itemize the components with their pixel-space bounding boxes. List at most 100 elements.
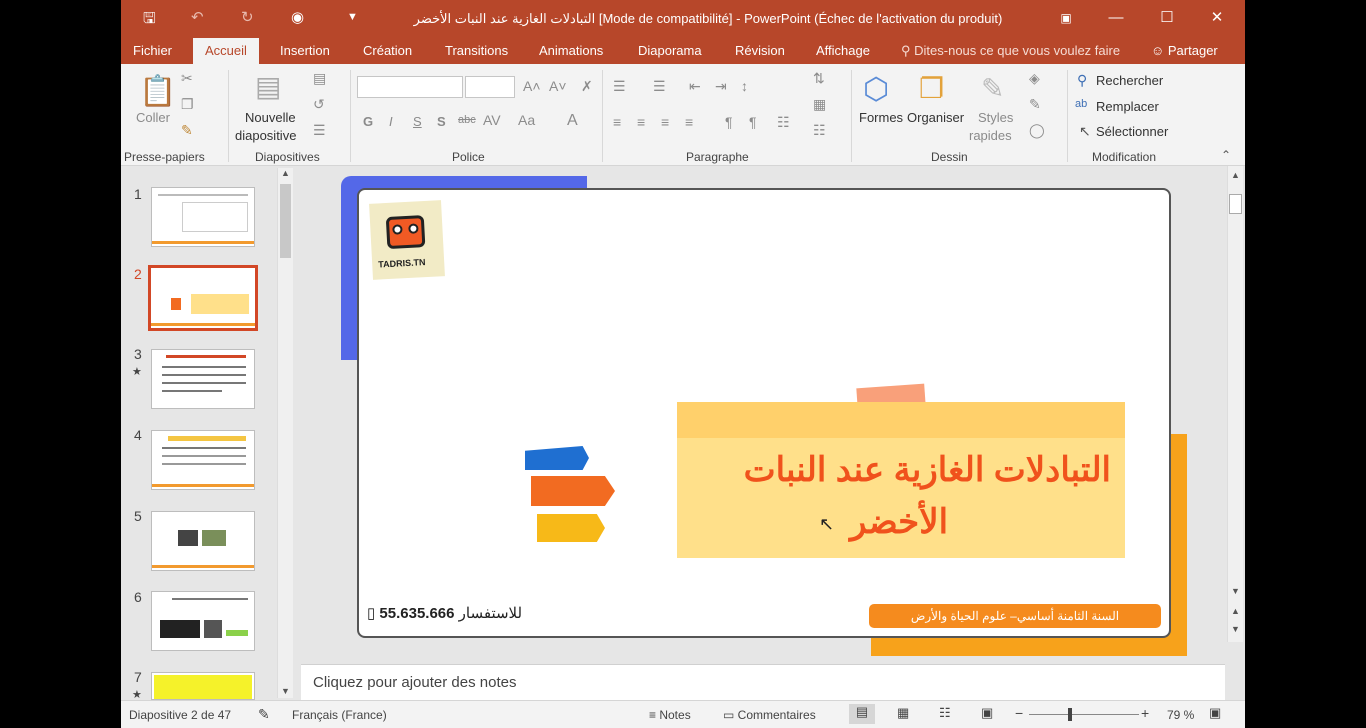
char-spacing-icon[interactable]: AV (483, 112, 501, 128)
redo-icon[interactable]: ↻ (241, 8, 254, 26)
format-painter-icon[interactable]: ✎ (181, 122, 193, 139)
present-from-start-icon[interactable]: ◉ (291, 8, 304, 26)
font-size-select[interactable] (465, 76, 515, 98)
tell-me-box[interactable]: ⚲ Dites-nous ce que vous voulez faire (901, 38, 1120, 64)
language-indicator[interactable]: Français (France) (292, 708, 387, 722)
cut-icon[interactable]: ✂ (181, 70, 193, 87)
numbering-icon[interactable]: ☰ (653, 78, 666, 95)
align-right-icon[interactable]: ≡ (661, 114, 669, 130)
arrange-icon[interactable]: ❐ (919, 72, 944, 105)
align-text-icon[interactable]: ▦ (813, 96, 826, 113)
scroll-down-icon[interactable]: ▼ (1231, 586, 1240, 596)
slide-sorter-icon[interactable]: ▦ (897, 705, 909, 721)
slide-thumbnail-6[interactable] (151, 591, 255, 651)
scroll-down-icon[interactable]: ▼ (281, 686, 290, 696)
slide-thumbnail-2[interactable] (148, 265, 258, 331)
text-direction-icon[interactable]: ⇅ (813, 70, 825, 87)
maximize-button[interactable]: ☐ (1147, 6, 1187, 30)
new-slide-label-1[interactable]: Nouvelle (245, 110, 296, 125)
tab-affichage[interactable]: Affichage (804, 38, 882, 64)
slide-title-line2[interactable]: الأخضر (687, 502, 1111, 542)
minimize-button[interactable]: — (1096, 6, 1136, 30)
tab-fichier[interactable]: Fichier (121, 38, 184, 64)
justify-icon[interactable]: ≡ (685, 114, 693, 130)
decrease-indent-icon[interactable]: ⇤ (689, 78, 701, 95)
slide-thumbnail-5[interactable] (151, 511, 255, 571)
next-slide-icon[interactable]: ▼ (1231, 624, 1240, 634)
quick-styles-icon[interactable]: ✎ (981, 72, 1004, 105)
change-case-icon[interactable]: Aa (518, 112, 535, 128)
ribbon-display-icon[interactable]: ▣ (1046, 6, 1086, 30)
slideshow-icon[interactable]: ▣ (981, 705, 993, 721)
slide-thumbnail-4[interactable] (151, 430, 255, 490)
find-button[interactable]: Rechercher (1096, 73, 1163, 88)
paste-button[interactable]: Coller (136, 110, 170, 125)
bold-button[interactable]: G (363, 114, 373, 129)
layout-icon[interactable]: ▤ (313, 70, 326, 87)
save-icon[interactable]: 🖫 (143, 8, 156, 33)
smartart-icon[interactable]: ☷ (813, 122, 826, 139)
previous-slide-icon[interactable]: ▲ (1231, 606, 1240, 616)
tab-animations[interactable]: Animations (527, 38, 615, 64)
quick-styles-label-1[interactable]: Styles (978, 110, 1013, 125)
zoom-level[interactable]: 79 % (1167, 708, 1194, 722)
slide-thumbnail-3[interactable] (151, 349, 255, 409)
tab-revision[interactable]: Révision (723, 38, 797, 64)
tab-diaporama[interactable]: Diaporama (626, 38, 714, 64)
font-family-select[interactable] (357, 76, 463, 98)
thumbnails-scrollbar[interactable]: ▲ ▼ (277, 168, 293, 698)
reset-icon[interactable]: ↺ (313, 96, 325, 113)
shrink-font-icon[interactable]: A˅ (549, 78, 567, 94)
notes-placeholder[interactable]: Cliquez pour ajouter des notes (313, 674, 516, 691)
underline-button[interactable]: S (413, 114, 422, 129)
select-icon[interactable]: ↖ (1079, 123, 1091, 140)
scroll-thumb[interactable] (1229, 194, 1242, 214)
arrange-button[interactable]: Organiser (907, 110, 964, 125)
bullets-icon[interactable]: ☰ (613, 78, 626, 95)
replace-button[interactable]: Remplacer (1096, 99, 1159, 114)
shapes-icon[interactable]: ⬡ (863, 72, 889, 107)
current-slide[interactable]: TADRIS.TN التبادلات الغازية عند النبات ا… (357, 188, 1171, 638)
normal-view-button[interactable]: ▤ (849, 704, 875, 724)
zoom-out-icon[interactable]: − (1015, 705, 1023, 721)
notes-toggle[interactable]: ≡ Notes (649, 708, 691, 722)
spelling-icon[interactable]: ✎ (258, 706, 270, 723)
reading-view-icon[interactable]: ☷ (939, 705, 951, 721)
scroll-up-icon[interactable]: ▲ (281, 168, 290, 178)
zoom-slider[interactable] (1029, 714, 1139, 715)
shape-fill-icon[interactable]: ◈ (1029, 70, 1040, 87)
tab-accueil[interactable]: Accueil (193, 38, 259, 64)
line-spacing-icon[interactable]: ↕ (741, 78, 748, 94)
comments-toggle[interactable]: ▭ Commentaires (723, 708, 816, 722)
shadow-button[interactable]: S (437, 114, 446, 129)
quick-styles-label-2[interactable]: rapides (969, 128, 1012, 143)
ltr-icon[interactable]: ¶ (749, 114, 757, 130)
grow-font-icon[interactable]: A˄ (523, 78, 541, 94)
clear-format-icon[interactable]: ✗ (581, 78, 593, 95)
notes-pane[interactable]: Cliquez pour ajouter des notes (301, 664, 1225, 700)
share-button[interactable]: ☺ Partager (1151, 38, 1218, 64)
close-button[interactable]: ✕ (1197, 6, 1237, 30)
new-slide-icon[interactable]: ▤ (255, 70, 281, 103)
scroll-up-icon[interactable]: ▲ (1231, 170, 1240, 180)
shape-effects-icon[interactable]: ◯ (1029, 122, 1045, 139)
font-color-icon[interactable]: A (567, 112, 578, 130)
collapse-ribbon-icon[interactable]: ⌃ (1221, 148, 1231, 162)
customize-qat-icon[interactable]: ▼ (347, 11, 358, 23)
scroll-thumb[interactable] (280, 184, 291, 258)
align-center-icon[interactable]: ≡ (637, 114, 645, 130)
slide-title-line1[interactable]: التبادلات الغازية عند النبات (687, 450, 1111, 490)
copy-icon[interactable]: ❐ (181, 96, 194, 113)
shape-outline-icon[interactable]: ✎ (1029, 96, 1041, 113)
tab-insertion[interactable]: Insertion (268, 38, 342, 64)
slide-scrollbar[interactable]: ▲ ▼ ▲ ▼ (1227, 166, 1243, 642)
new-slide-label-2[interactable]: diapositive (235, 128, 296, 143)
strikethrough-button[interactable]: abc (458, 114, 476, 126)
replace-icon[interactable]: ab (1075, 98, 1087, 110)
select-button[interactable]: Sélectionner (1096, 124, 1168, 139)
columns-icon[interactable]: ☷ (777, 114, 790, 131)
slide-thumbnail-7[interactable] (151, 672, 255, 700)
find-icon[interactable]: ⚲ (1077, 72, 1087, 89)
align-left-icon[interactable]: ≡ (613, 114, 621, 130)
slide-thumbnail-1[interactable] (151, 187, 255, 247)
